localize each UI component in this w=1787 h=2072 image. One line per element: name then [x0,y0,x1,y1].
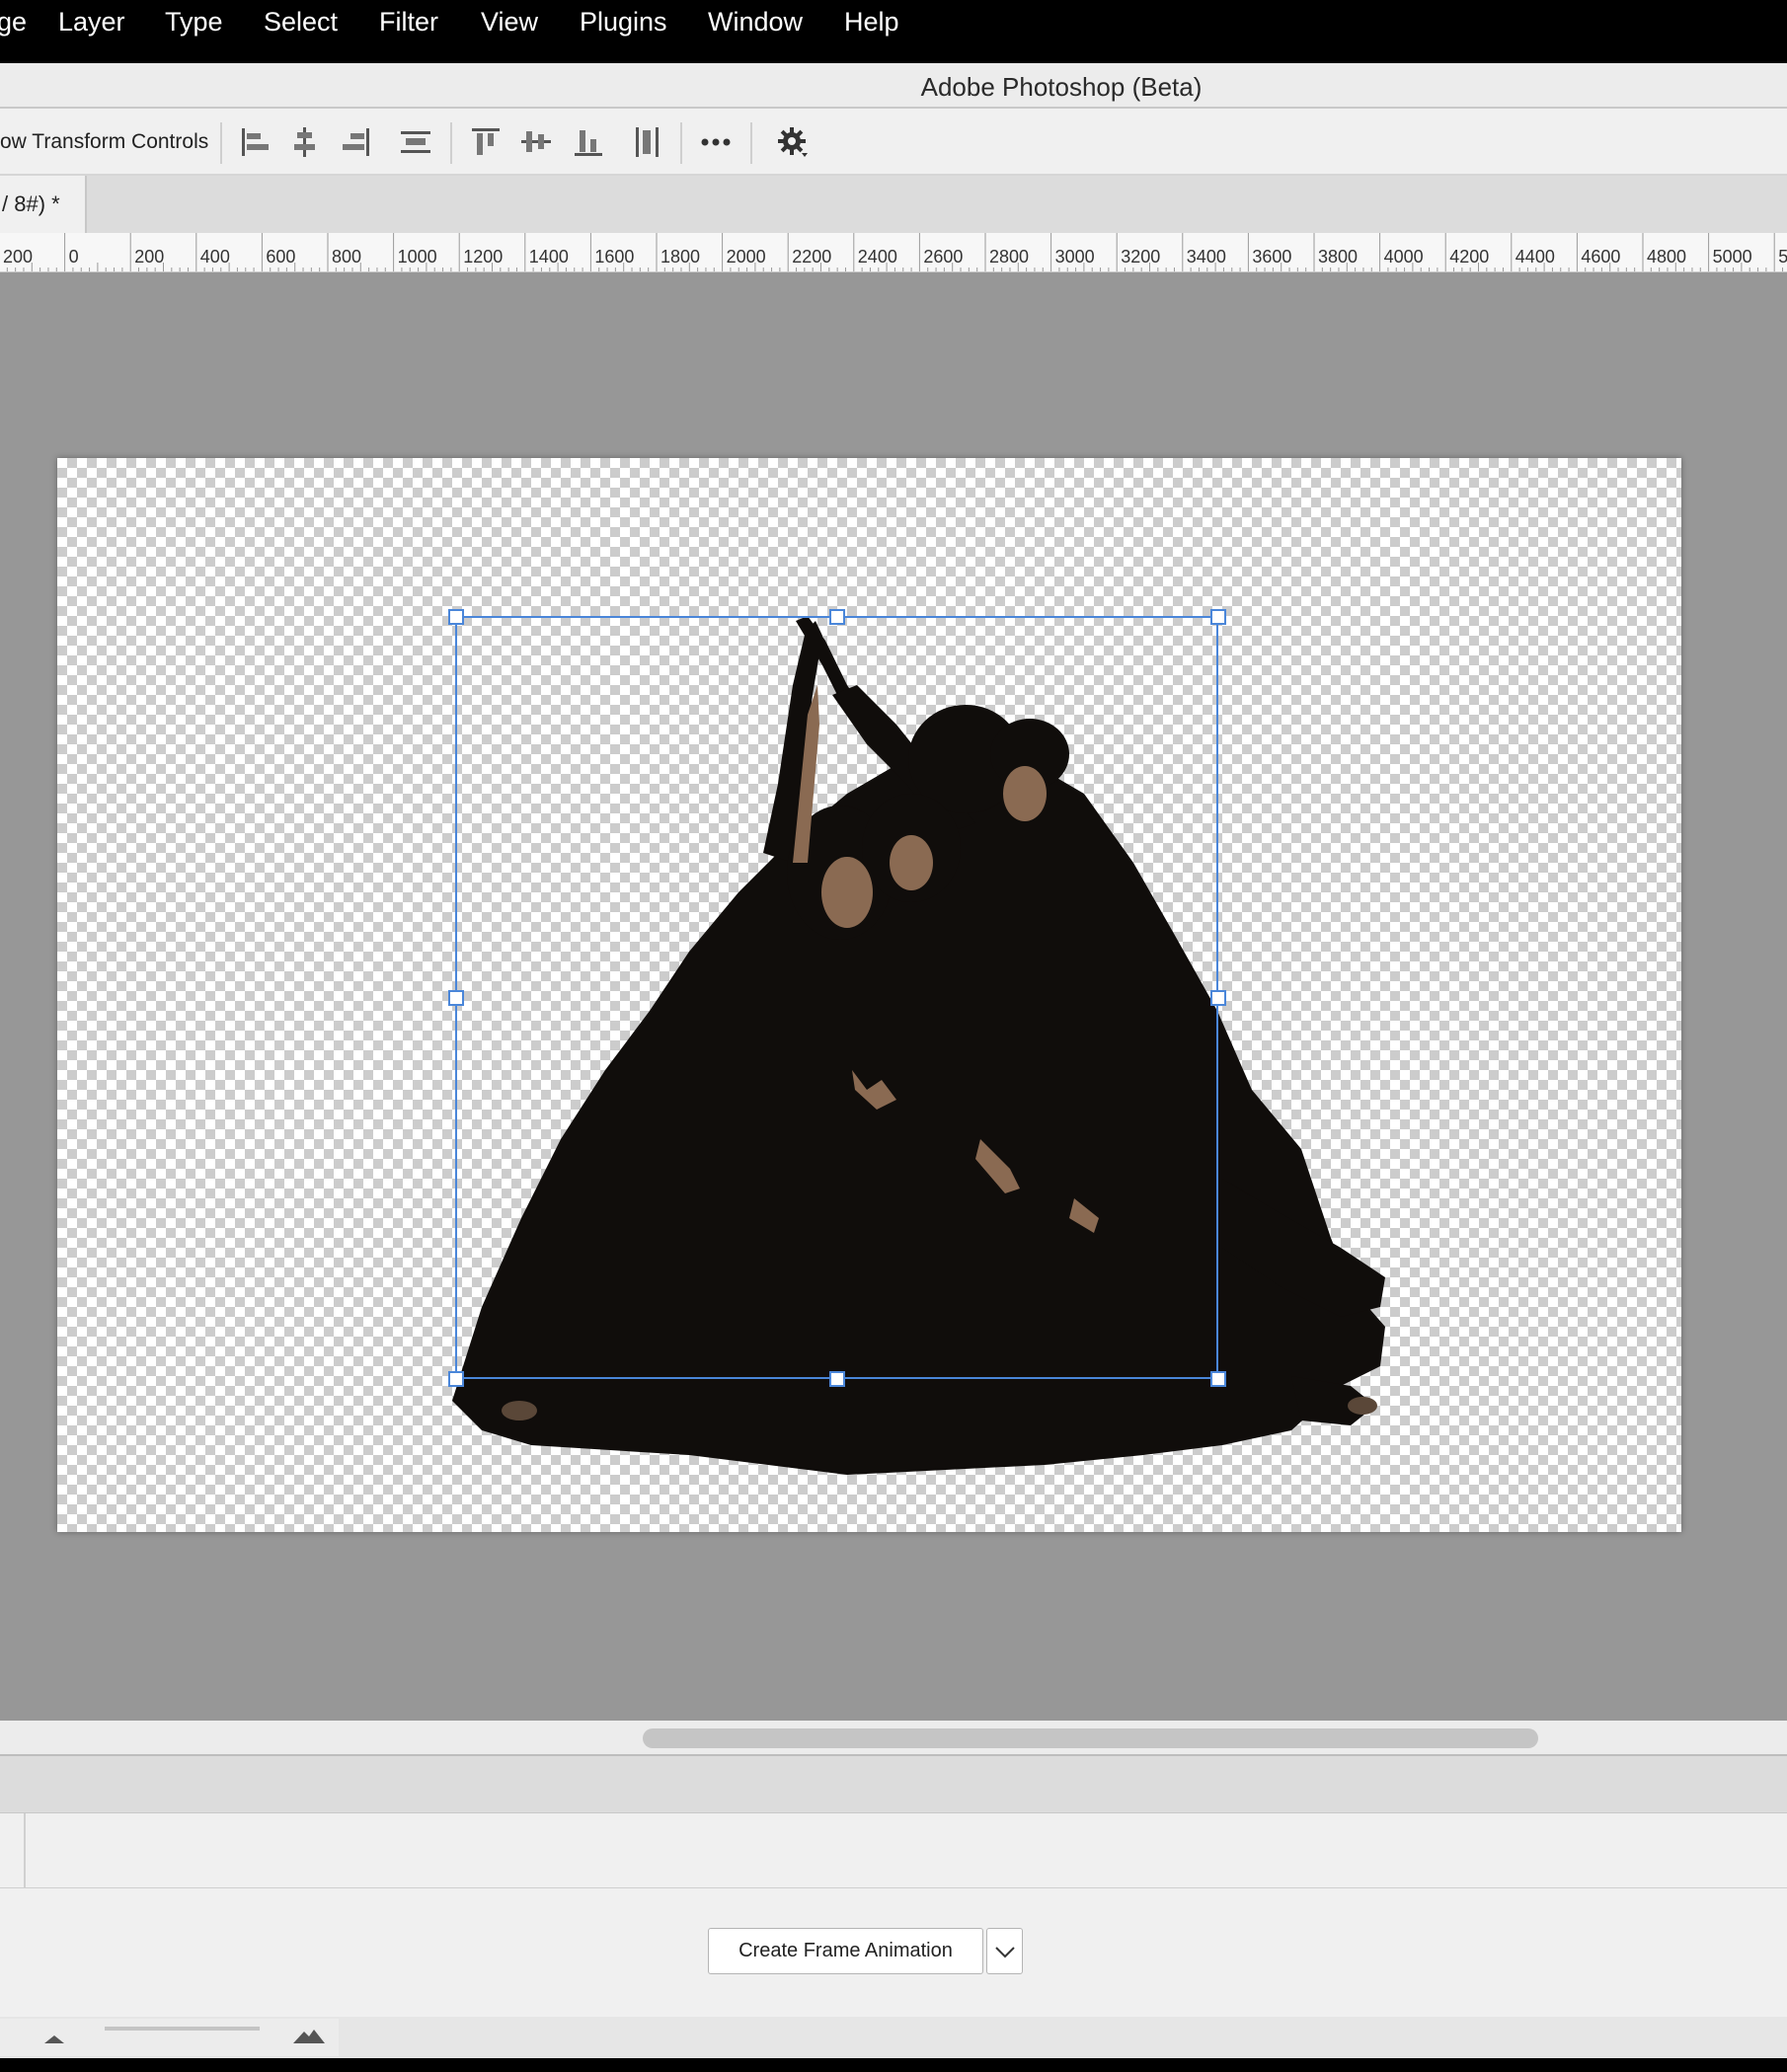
ruler-label: 4200 [1449,247,1489,267]
window-title: Adobe Photoshop (Beta) [920,72,1203,102]
transform-handle-bottom-left[interactable] [448,1371,464,1387]
menu-image[interactable]: ge [0,7,27,38]
menu-bar: ge Layer Type Select Filter View Plugins… [0,0,1787,63]
scrollbar-thumb[interactable] [643,1728,1538,1748]
ruler-label: 200 [3,247,33,267]
document-tab-label: / 8#) * [2,192,60,216]
document-tab-bar: / 8#) * [0,176,1787,233]
menu-window[interactable]: Window [708,7,803,38]
options-divider [220,122,222,164]
align-horizontal-centers-icon[interactable] [287,124,323,160]
align-vertical-centers-icon[interactable] [518,124,554,160]
canvas-area[interactable] [0,272,1787,1721]
ruler-label: 1400 [529,247,569,267]
transform-handle-bottom-right[interactable] [1210,1371,1226,1387]
options-divider [680,122,682,164]
ruler-label: 2400 [858,247,897,267]
distribute-horizontal-icon[interactable] [398,124,433,160]
chevron-down-icon [995,1947,1015,1958]
options-divider [750,122,752,164]
timeline-mode-dropdown[interactable] [986,1928,1023,1974]
ruler-label: 52 [1778,247,1787,267]
timeline-track-area [0,1813,1787,1888]
show-transform-controls-label[interactable]: ow Transform Controls [0,130,208,154]
ruler-label: 3200 [1121,247,1160,267]
menu-type[interactable]: Type [165,7,223,38]
options-bar: ow Transform Controls [0,109,1787,176]
settings-gear-icon[interactable] [775,124,811,160]
photoshop-window: ge Layer Type Select Filter View Plugins… [0,0,1787,2072]
ruler-label: 800 [332,247,361,267]
menu-view[interactable]: View [481,7,538,38]
ruler-label: 4000 [1384,247,1424,267]
ruler-label: 1800 [660,247,700,267]
ruler-label: 3600 [1252,247,1291,267]
distribute-vertical-icon[interactable] [630,124,665,160]
transform-handle-top-right[interactable] [1210,609,1226,625]
ruler-label: 1200 [463,247,503,267]
ruler-label: 3800 [1318,247,1358,267]
transform-handle-middle-left[interactable] [448,990,464,1006]
ruler-label: 4600 [1581,247,1620,267]
document-canvas[interactable] [57,458,1681,1532]
create-frame-animation-button[interactable]: Create Frame Animation [708,1928,983,1974]
horizontal-ruler[interactable]: 200 0 200 400 600 800 1000 1200 1400 1600 1800 2000… [0,233,1787,272]
ruler-label: 2600 [923,247,963,267]
title-bar: Adobe Photoshop (Beta) [0,63,1787,109]
ruler-label: 200 [134,247,164,267]
transform-handle-bottom-center[interactable] [829,1371,845,1387]
transform-bounding-box[interactable] [455,616,1218,1379]
transform-handle-top-left[interactable] [448,609,464,625]
ruler-label: 4400 [1515,247,1555,267]
align-right-edges-icon[interactable] [338,124,373,160]
ruler-label: 1600 [594,247,634,267]
document-tab[interactable]: / 8#) * [0,176,87,233]
timeline-panel-header [0,1756,1787,1813]
options-divider [450,122,452,164]
timeline-zoom-control [0,2019,339,2056]
more-options-icon[interactable] [698,124,734,160]
align-bottom-edges-icon[interactable] [571,124,606,160]
menu-layer[interactable]: Layer [58,7,125,38]
mountain-small-icon[interactable] [43,2033,65,2044]
ruler-label: 0 [69,247,79,267]
ruler-label: 3400 [1187,247,1226,267]
transform-handle-top-center[interactable] [829,609,845,625]
horizontal-scrollbar[interactable] [0,1721,1787,1756]
menu-plugins[interactable]: Plugins [580,7,667,38]
align-left-edges-icon[interactable] [238,124,273,160]
menu-filter[interactable]: Filter [379,7,438,38]
menu-help[interactable]: Help [844,7,899,38]
timeline-footer [0,2017,1787,2058]
timeline-panel-body: Create Frame Animation [0,1888,1787,2017]
ruler-label: 600 [266,247,295,267]
timeline-zoom-slider[interactable] [105,2027,260,2031]
ruler-ticks: 200 0 200 400 600 800 1000 1200 1400 1600 1800 2000… [3,233,1787,271]
ruler-label: 1000 [398,247,437,267]
ruler-label: 400 [200,247,230,267]
ruler-label: 3000 [1055,247,1095,267]
ruler-label: 2200 [792,247,831,267]
ruler-label: 2000 [727,247,766,267]
transform-handle-middle-right[interactable] [1210,990,1226,1006]
ruler-label: 5000 [1713,247,1752,267]
ruler-label: 2800 [989,247,1029,267]
ruler-label: 4800 [1647,247,1686,267]
mountain-large-icon[interactable] [292,2027,326,2044]
bottom-edge [0,2058,1787,2072]
menu-select[interactable]: Select [264,7,338,38]
timeline-divider [24,1813,26,1888]
align-top-edges-icon[interactable] [468,124,504,160]
